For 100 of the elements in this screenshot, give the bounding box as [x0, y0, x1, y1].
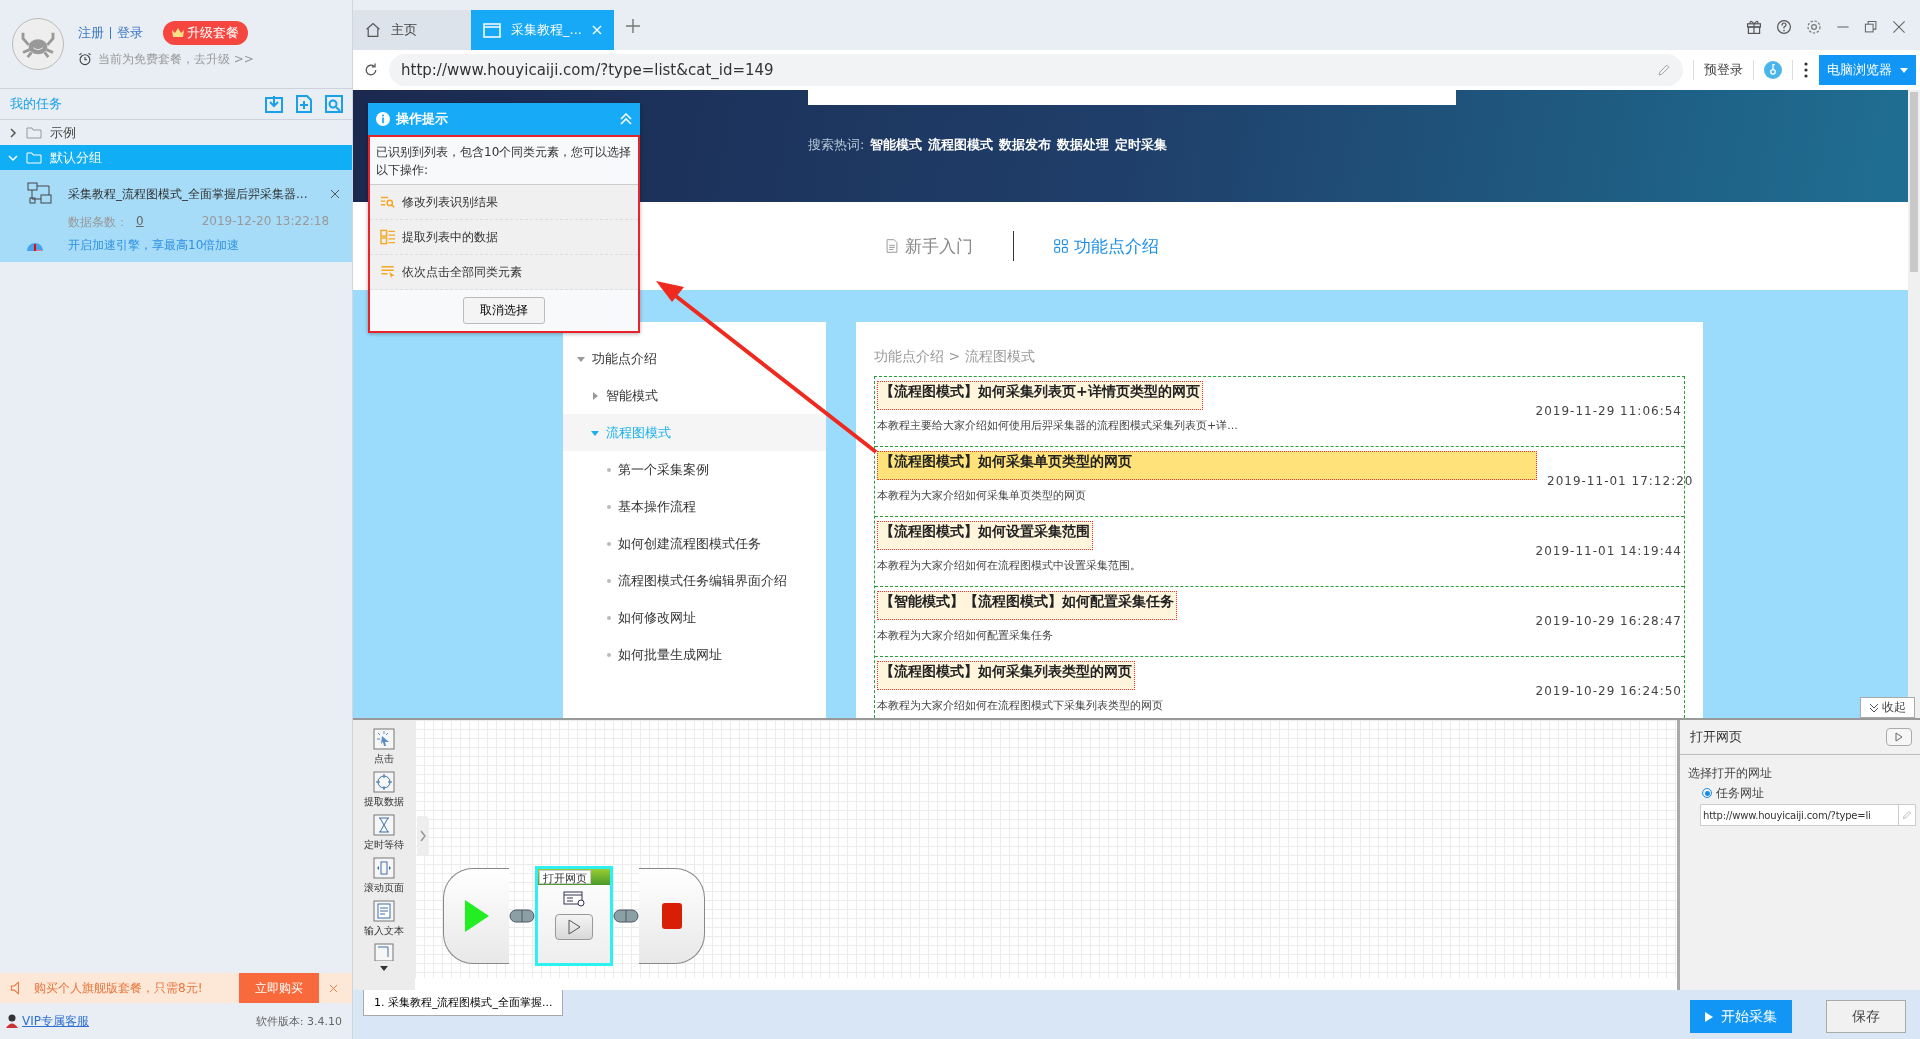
close-icon[interactable] — [330, 189, 340, 199]
expand-handle[interactable] — [417, 816, 429, 856]
double-chevron-icon — [1869, 702, 1879, 713]
help-icon[interactable] — [1776, 19, 1792, 35]
new-task-icon[interactable] — [294, 94, 314, 114]
tool-button[interactable]: 定时等待 — [364, 814, 404, 852]
step-node[interactable]: 打开网页 — [535, 866, 613, 966]
promo-text: 购买个人旗舰版套餐，只需8元! — [34, 979, 204, 997]
start-node[interactable] — [443, 868, 509, 964]
upgrade-badge[interactable]: 升级套餐 — [163, 20, 248, 45]
tasks-title: 我的任务 — [10, 95, 63, 113]
save-button[interactable]: 保存 — [1826, 1000, 1906, 1033]
nav-item[interactable]: 基本操作流程 — [563, 488, 826, 525]
run-button[interactable] — [1886, 728, 1912, 746]
hot-word-link[interactable]: 数据处理 — [1057, 136, 1110, 154]
tool-button[interactable]: 滚动页面 — [364, 857, 404, 895]
url-option[interactable]: 任务网址 — [1680, 784, 1920, 802]
browser-tab[interactable]: 主页 — [353, 10, 471, 50]
article-summary: 本教程为大家介绍如何在流程图模式中设置采集范围。 — [877, 558, 1142, 574]
section-tab[interactable]: 新手入门 — [885, 234, 973, 258]
collapse-icon[interactable] — [620, 113, 632, 125]
person-icon — [6, 1014, 18, 1028]
task-title: 采集教程_流程图模式_全面掌握后羿采集器... — [68, 185, 309, 203]
field-label: 选择打开的网址 — [1687, 765, 1773, 782]
settings-icon[interactable] — [1806, 19, 1822, 35]
support-link[interactable]: VIP专属客服 — [22, 1012, 252, 1030]
key-icon[interactable] — [1764, 61, 1782, 79]
close-icon[interactable] — [1892, 20, 1906, 34]
article-title[interactable]: 【智能模式】【流程图模式】如何配置采集任务 — [877, 591, 1177, 620]
article-summary: 本教程为大家介绍如何配置采集任务 — [877, 628, 1054, 644]
nav-item[interactable]: 流程图模式任务编辑界面介绍 — [563, 562, 826, 599]
document-icon — [885, 238, 899, 254]
collapse-button[interactable]: 收起 — [1860, 697, 1915, 718]
nav-item[interactable]: 智能模式 — [563, 377, 826, 414]
panel-title: 打开网页 — [1690, 728, 1742, 746]
hot-word-link[interactable]: 定时采集 — [1115, 136, 1168, 154]
end-node[interactable] — [639, 868, 705, 964]
article-title[interactable]: 【流程图模式】如何采集单页类型的网页 — [877, 451, 1537, 480]
article-date: 2019-11-29 11:06:54 — [1535, 403, 1683, 418]
select-tool-icon — [374, 943, 394, 961]
task-tab[interactable]: 1. 采集教程_流程图模式_全面掌握... — [363, 990, 564, 1016]
search-icon[interactable] — [324, 94, 344, 114]
connector-icon — [509, 908, 535, 924]
article-date: 2019-11-01 14:19:44 — [1535, 543, 1683, 558]
list-icon — [380, 229, 396, 245]
task-time: 2019-12-20 13:22:18 — [201, 214, 330, 230]
import-icon[interactable] — [264, 94, 284, 114]
grid-icon — [1054, 239, 1068, 253]
tool-button[interactable]: 点击 — [373, 728, 395, 766]
more-icon[interactable] — [1803, 62, 1809, 78]
new-tab-icon[interactable] — [626, 18, 640, 33]
task-card[interactable]: 采集教程_流程图模式_全面掌握后羿采集器... 数据条数： 0 2019-12-20 13:22:18 开启加速引擎，享最高10倍加速 — [0, 170, 352, 262]
scrollbar-thumb[interactable] — [1910, 92, 1918, 272]
home-icon — [365, 22, 381, 38]
version-text: 软件版本: 3.4.10 — [255, 1013, 342, 1029]
article-date: 2019-10-29 16:24:50 — [1535, 683, 1683, 698]
restore-icon[interactable] — [1864, 20, 1878, 34]
article-title[interactable]: 【流程图模式】如何采集列表页+详情页类型的网页 — [877, 381, 1203, 410]
popup-title: 操作提示 — [396, 110, 449, 128]
nav-item[interactable]: 如何批量生成网址 — [563, 636, 826, 673]
register-link[interactable]: 注册 — [78, 23, 104, 42]
group-row[interactable]: 示例 — [0, 120, 352, 145]
breadcrumb: 功能点介绍 > 流程图模式 — [874, 348, 1036, 366]
url-field[interactable]: http://www.houyicaiji.com/?type=li — [1700, 804, 1916, 826]
play-icon — [462, 898, 491, 934]
alarm-clock-icon — [78, 52, 92, 66]
scroll-down-icon[interactable] — [380, 966, 388, 971]
hot-word-link[interactable]: 流程图模式 — [928, 136, 994, 154]
stop-icon — [661, 903, 682, 929]
count-value[interactable]: 0 — [136, 214, 144, 231]
cancel-button[interactable]: 取消选择 — [463, 297, 545, 324]
section-tab[interactable]: 功能点介绍 — [1054, 234, 1159, 258]
nav-item[interactable]: 功能点介绍 — [563, 340, 826, 377]
play-icon — [567, 919, 581, 935]
crown-icon — [172, 27, 184, 38]
hot-word-link[interactable]: 智能模式 — [870, 136, 923, 154]
gift-icon[interactable] — [1746, 19, 1762, 35]
article-title[interactable]: 【流程图模式】如何设置采集范围 — [877, 521, 1093, 550]
run-step-button[interactable] — [555, 914, 593, 940]
login-link[interactable]: 登录 — [117, 23, 143, 42]
refresh-icon[interactable] — [363, 62, 379, 78]
bullet-icon — [607, 504, 611, 509]
node-label: 打开网页 — [539, 870, 591, 884]
hot-word-link[interactable]: 数据发布 — [999, 136, 1052, 154]
prelogin-button[interactable]: 预登录 — [1704, 61, 1743, 79]
crab-avatar[interactable] — [12, 18, 64, 70]
nav-item[interactable]: 如何修改网址 — [563, 599, 826, 636]
tool-button[interactable]: 输入文本 — [364, 900, 404, 938]
search-field[interactable] — [808, 90, 1456, 105]
address-field[interactable]: http://www.houyicaiji.com/?type=list&cat_id=149 — [389, 54, 1683, 86]
click-tool-icon — [373, 728, 395, 750]
popup-action[interactable]: 依次点击全部同类元素 — [370, 255, 638, 290]
article-title[interactable]: 【流程图模式】如何采集列表类型的网页 — [877, 661, 1135, 690]
popup-action[interactable]: 提取列表中的数据 — [370, 220, 638, 255]
popup-action[interactable]: 修改列表识别结果 — [370, 185, 638, 220]
close-icon[interactable] — [329, 983, 338, 993]
nav-item[interactable]: 如何创建流程图模式任务 — [563, 525, 826, 562]
nav-item[interactable]: 第一个采集案例 — [563, 451, 826, 488]
list-pointer-icon — [380, 265, 396, 279]
tool-button[interactable]: 提取数据 — [364, 771, 404, 809]
